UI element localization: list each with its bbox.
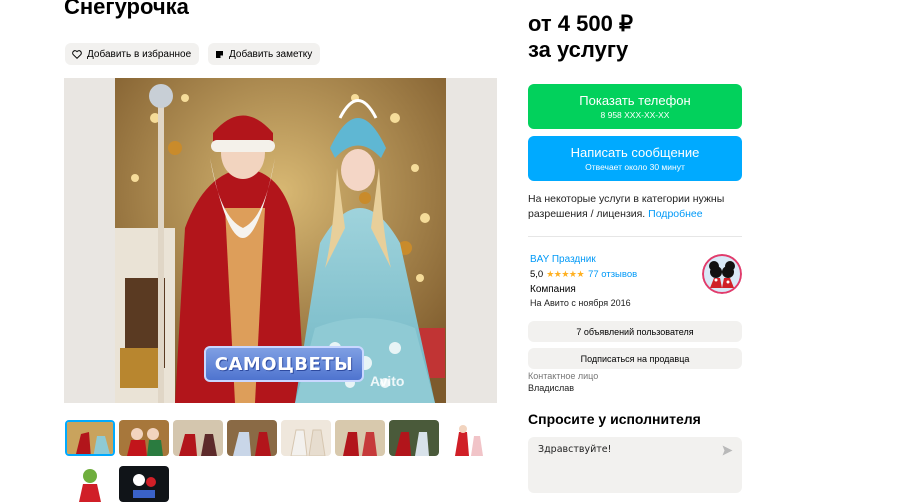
write-message-label: Написать сообщение	[570, 144, 700, 160]
main-photo[interactable]: САМОЦВЕТЫ Avito	[64, 78, 497, 403]
rating-value: 5,0	[530, 269, 544, 280]
seller-since: На Авито с ноября 2016	[530, 298, 631, 308]
add-note-button[interactable]: Добавить заметку	[208, 43, 321, 65]
show-phone-label: Показать телефон	[579, 92, 691, 108]
phone-masked: 8 958 XXX-XX-XX	[600, 109, 670, 120]
seller-rating: 5,0 ★★★★★ 77 отзывов	[530, 269, 637, 280]
price-unit: за услугу	[528, 37, 629, 62]
divider	[528, 236, 742, 237]
photo-thumb-9[interactable]	[65, 466, 115, 502]
ask-message-input[interactable]	[538, 444, 708, 455]
ask-section-title: Спросите у исполнителя	[528, 411, 701, 427]
note-icon	[216, 50, 223, 58]
photo-thumb-4[interactable]	[227, 420, 277, 456]
write-message-button[interactable]: Написать сообщение Отвечает около 30 мин…	[528, 136, 742, 181]
ask-message-box[interactable]	[528, 437, 742, 493]
price: от 4 500 ₽ за услугу	[528, 11, 633, 63]
add-note-label: Добавить заметку	[229, 48, 313, 60]
contact-person-label: Контактное лицо	[528, 371, 599, 381]
photo-watermark: САМОЦВЕТЫ	[204, 346, 364, 382]
photo-thumb-6[interactable]	[335, 420, 385, 456]
photo-thumb-8[interactable]	[443, 420, 493, 456]
seller-type: Компания	[530, 284, 576, 295]
reviews-link[interactable]: 77 отзывов	[588, 269, 637, 280]
price-amount: от 4 500 ₽	[528, 11, 633, 36]
photo-thumb-10[interactable]	[119, 466, 169, 502]
rating-stars-icon: ★★★★★	[546, 269, 585, 279]
seller-avatar[interactable]	[702, 254, 742, 294]
add-to-favorites-label: Добавить в избранное	[87, 48, 192, 60]
photo-thumb-3[interactable]	[173, 420, 223, 456]
page-title: Снегурочка	[64, 0, 189, 19]
show-phone-button[interactable]: Показать телефон 8 958 XXX-XX-XX	[528, 84, 742, 129]
heart-icon	[72, 49, 82, 59]
photo-brand-mark: Avito	[370, 373, 405, 389]
add-to-favorites-button[interactable]: Добавить в избранное	[65, 43, 200, 65]
photo-thumb-1[interactable]	[65, 420, 115, 456]
send-icon[interactable]	[722, 445, 733, 456]
subscribe-seller-button[interactable]: Подписаться на продавца	[528, 348, 742, 369]
photo-thumb-5[interactable]	[281, 420, 331, 456]
contact-person-name: Владислав	[528, 383, 575, 393]
user-listings-button[interactable]: 7 объявлений пользователя	[528, 321, 742, 342]
photo-thumb-2[interactable]	[119, 420, 169, 456]
response-time: Отвечает около 30 минут	[585, 161, 685, 172]
seller-name-link[interactable]: BAY Праздник	[530, 254, 596, 265]
license-notice: На некоторые услуги в категории нужны ра…	[528, 192, 746, 222]
license-more-link[interactable]: Подробнее	[648, 208, 702, 220]
photo-thumb-7[interactable]	[389, 420, 439, 456]
